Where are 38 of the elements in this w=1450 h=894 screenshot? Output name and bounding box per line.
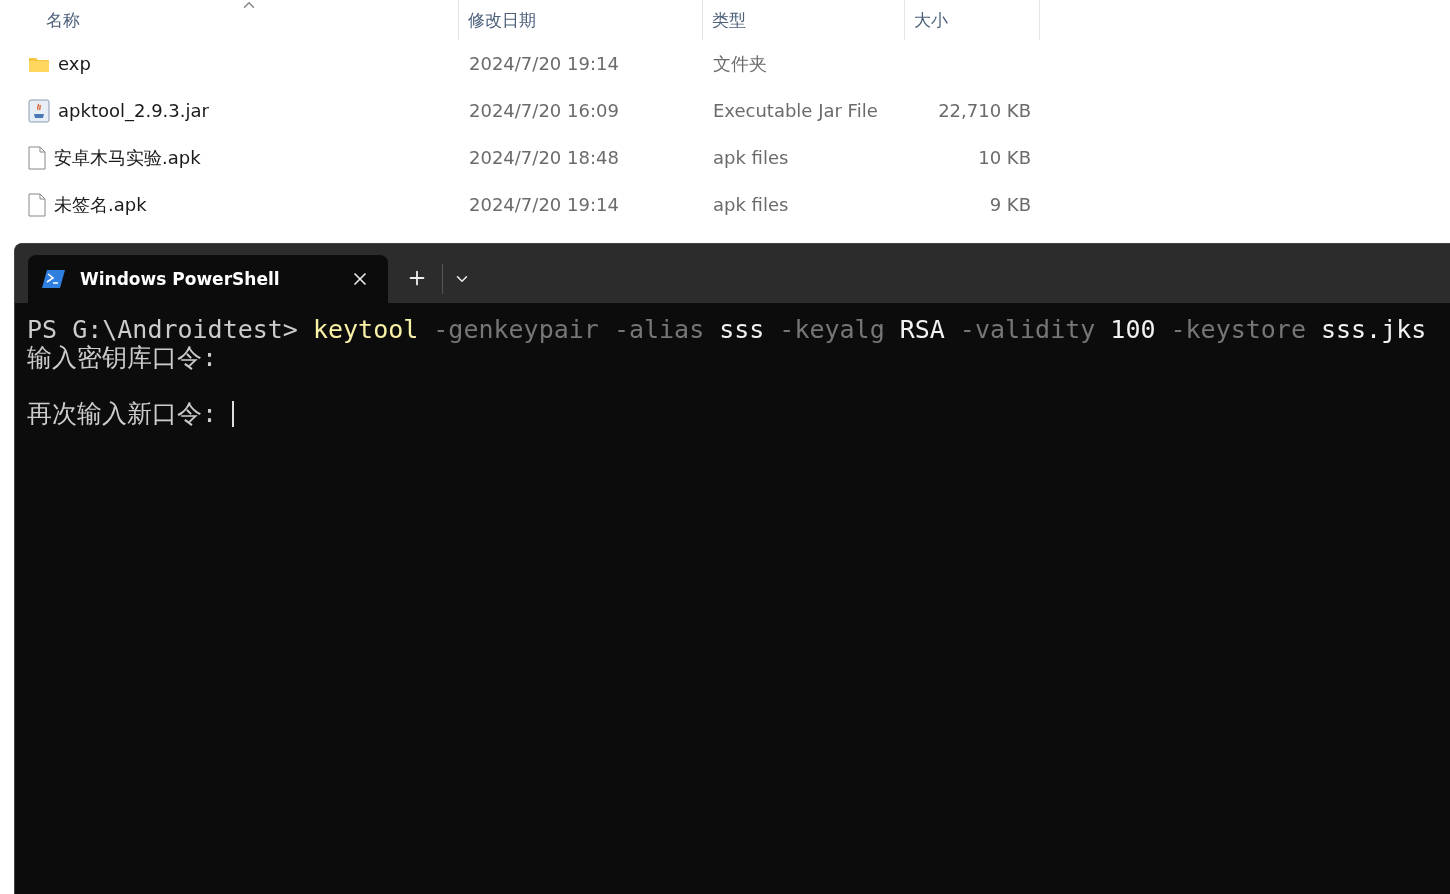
terminal-text: 再次输入新口令:: [27, 400, 218, 428]
terminal-text: -genkeypair: [433, 316, 599, 344]
file-name[interactable]: 未签名.apk: [54, 192, 147, 217]
terminal-text: -keyalg: [779, 316, 885, 344]
file-icon: [28, 192, 46, 217]
column-header[interactable]: 大小: [914, 8, 948, 32]
column-header[interactable]: 修改日期: [468, 8, 536, 32]
modified-date: 2024/7/20 19:14: [468, 53, 620, 74]
column-header[interactable]: 类型: [712, 8, 746, 32]
terminal-text: 输入密钥库口令:: [27, 344, 218, 372]
terminal-text: -keystore: [1170, 316, 1306, 344]
terminal-text: sss.jks: [1320, 316, 1427, 344]
terminal-text: RSA: [899, 316, 945, 344]
file-name[interactable]: 安卓木马实验.apk: [54, 145, 201, 170]
file-name[interactable]: exp: [58, 53, 91, 74]
modified-date: 2024/7/20 19:14: [468, 194, 620, 215]
modified-date: 2024/7/20 16:09: [468, 100, 620, 121]
file-type: apk files: [712, 147, 790, 168]
modified-date: 2024/7/20 18:48: [468, 147, 620, 168]
terminal-text: 100: [1110, 316, 1156, 344]
terminal-text: -alias: [613, 316, 705, 344]
terminal-text: sss: [719, 316, 765, 344]
file-name[interactable]: apktool_2.9.3.jar: [58, 100, 209, 121]
file-size: 9 KB: [988, 194, 1031, 215]
tab-title: Windows PowerShell: [80, 269, 281, 289]
file-size: 22,710 KB: [937, 100, 1031, 121]
file-size: 10 KB: [977, 147, 1031, 168]
terminal-tab[interactable]: Windows PowerShell: [28, 255, 388, 303]
file-type: apk files: [712, 194, 790, 215]
file-icon: [28, 145, 46, 170]
terminal-text: -validity: [959, 316, 1096, 344]
terminal-text: PS G:\Androidtest>: [27, 316, 298, 344]
column-header[interactable]: 名称: [46, 8, 80, 32]
powershell-icon: [42, 269, 66, 289]
file-type: 文件夹: [712, 51, 768, 76]
terminal-text: keytool: [312, 316, 419, 344]
file-type: Executable Jar File: [712, 100, 879, 121]
java-file-icon: [28, 98, 50, 123]
